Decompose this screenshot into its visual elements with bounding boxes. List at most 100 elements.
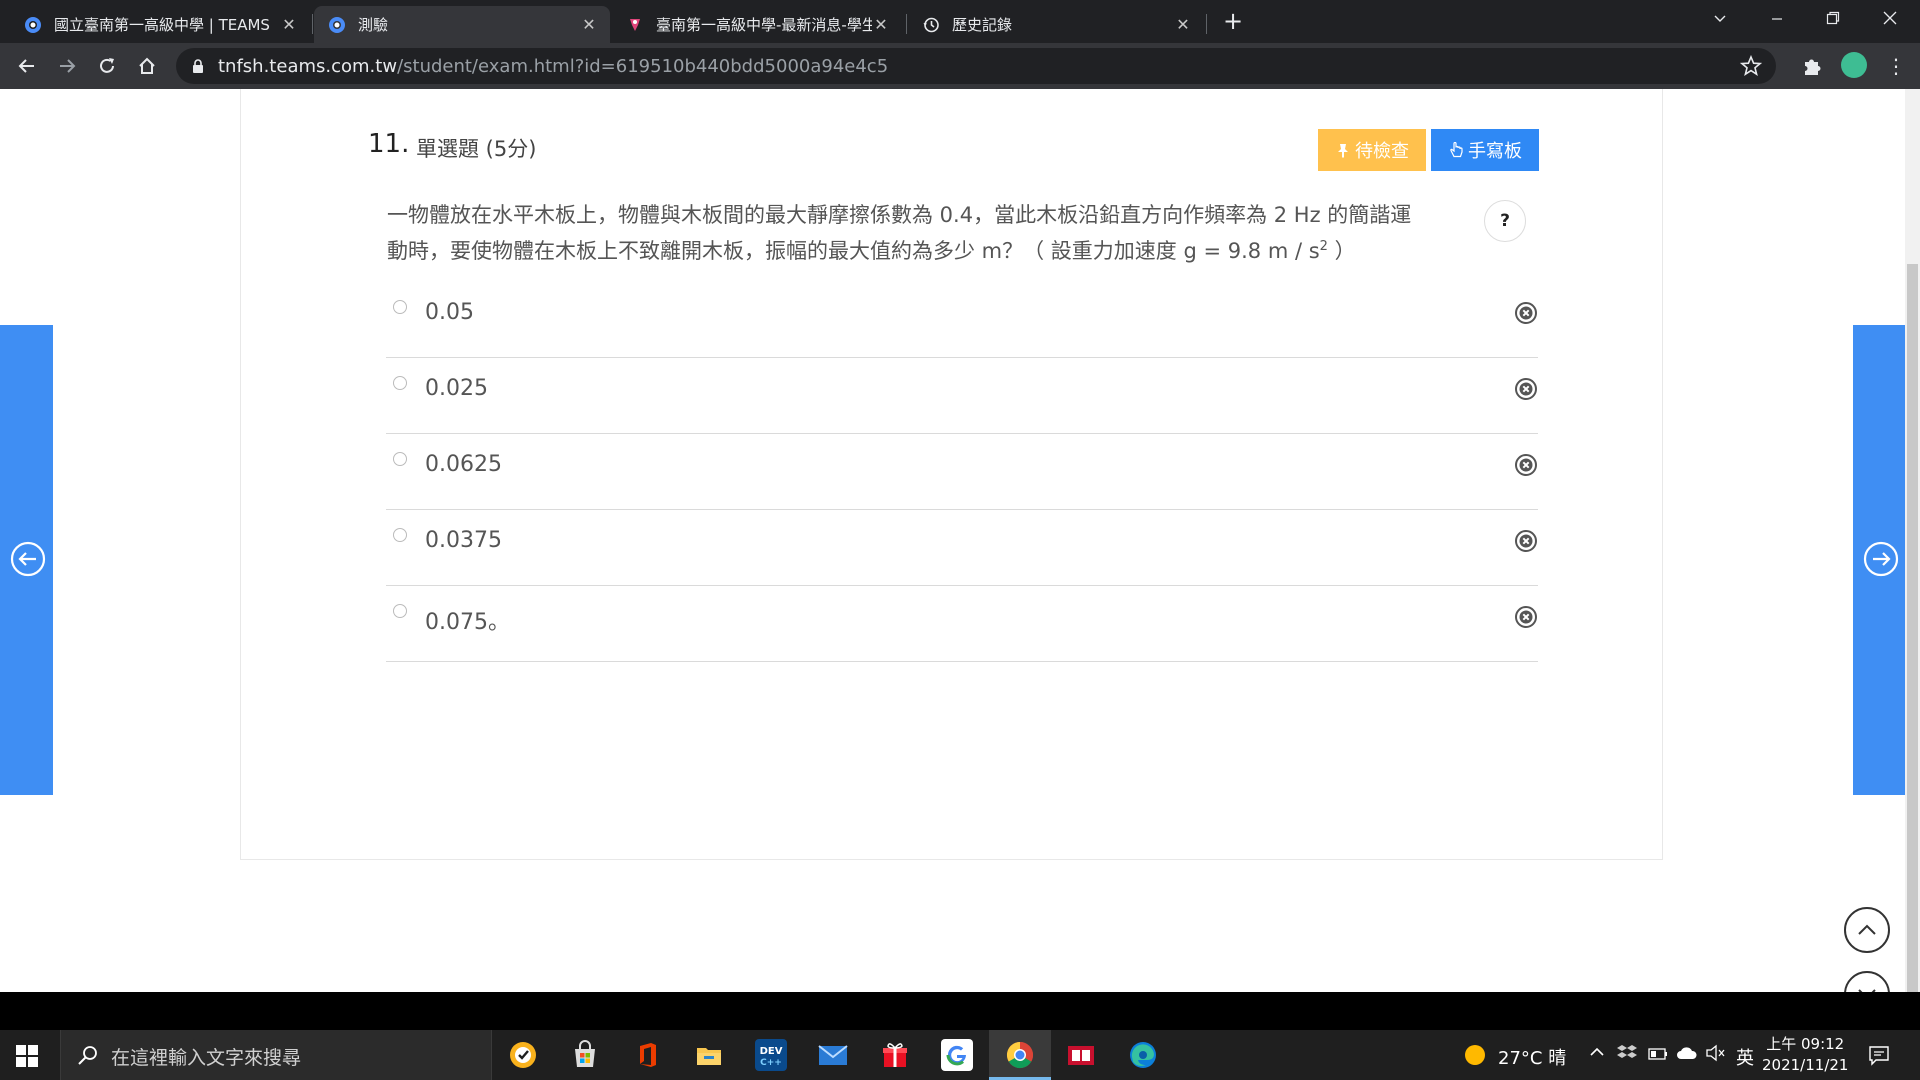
home-button[interactable] [132,51,162,81]
answer-option[interactable]: 0.025 [386,358,1538,434]
taskbar-app-mail-icon[interactable] [817,1039,849,1071]
tab-label: 測驗 [358,16,389,34]
answer-options: 0.05 0.025 0.0625 0.0375 0.075。 [386,282,1538,662]
option-label: 0.0375 [425,528,502,553]
mark-for-review-label: 待檢查 [1355,141,1409,161]
tab-exam[interactable]: 測驗 ✕ [314,6,610,43]
tray-expand-chevron-icon[interactable] [1589,1044,1605,1064]
eliminate-option-icon[interactable] [1514,453,1538,477]
question-text-line: 動時，要使物體在木板上不致離開木板，振幅的最大值約為多少 m？（ 設重力加速度 … [387,239,1320,263]
taskbar-search-placeholder: 在這裡輸入文字來搜尋 [111,1047,302,1069]
question-text-end: ） [1327,239,1356,263]
back-button[interactable] [12,51,42,81]
bookmark-star-icon[interactable] [1740,55,1762,77]
taskbar-app-norton-icon[interactable] [507,1039,539,1071]
taskbar-app-chrome-icon[interactable] [1004,1039,1036,1071]
teams-icon [329,16,345,33]
answer-option[interactable]: 0.05 [386,282,1538,358]
option-radio[interactable] [393,300,407,314]
answer-option[interactable]: 0.0375 [386,510,1538,586]
question-text: 一物體放在水平木板上，物體與木板間的最大靜摩擦係數為 0.4，當此木板沿鉛直方向… [387,199,1472,267]
weather-sun-icon[interactable] [1463,1043,1487,1072]
close-icon[interactable]: ✕ [580,15,598,34]
taskbar-search-box[interactable]: 在這裡輸入文字來搜尋 [60,1030,492,1080]
option-radio[interactable] [393,376,407,390]
address-bar[interactable]: tnfsh.teams.com.tw/student/exam.html?id=… [176,48,1776,84]
input-method-indicator[interactable]: 英 [1736,1044,1754,1070]
close-icon[interactable]: ✕ [280,15,298,34]
handwriting-pad-label: 手寫板 [1468,141,1522,161]
battery-icon[interactable] [1647,1044,1669,1067]
windows-start-icon[interactable] [16,1045,38,1067]
scroll-to-top-button[interactable] [1844,907,1890,953]
taskbar-app-presentation-icon[interactable] [1065,1039,1097,1071]
tab-school-news[interactable]: 臺南第一高級中學-最新消息-學生 ✕ [612,6,902,43]
pin-icon [1338,144,1348,158]
option-radio[interactable] [393,528,407,542]
minimize-button[interactable] [1757,4,1797,36]
tab-label: 國立臺南第一高級中學 | TEAMS [54,16,270,34]
eliminate-option-icon[interactable] [1514,605,1538,629]
teams-icon [25,16,41,33]
taskbar-app-office-icon[interactable] [631,1039,663,1071]
new-tab-button[interactable]: + [1220,9,1246,35]
restore-button[interactable] [1813,4,1853,36]
close-icon[interactable]: ✕ [1174,15,1192,34]
extensions-puzzle-icon[interactable] [1800,54,1824,78]
lock-icon [193,59,203,73]
weather-text[interactable]: 27°C 晴 [1498,1044,1566,1070]
profile-avatar[interactable] [1841,52,1867,78]
option-radio[interactable] [393,604,407,618]
close-icon[interactable]: ✕ [872,15,890,34]
taskbar-app-file-explorer-icon[interactable] [693,1039,725,1071]
taskbar-app-google-icon[interactable] [941,1039,973,1071]
question-text-line: 一物體放在水平木板上，物體與木板間的最大靜摩擦係數為 0.4，當此木板沿鉛直方向… [387,203,1412,227]
next-question-button[interactable] [1853,325,1905,795]
tab-separator [312,14,313,34]
system-clock[interactable]: 上午 09:12 2021/11/21 [1762,1034,1848,1076]
option-label: 0.025 [425,376,488,401]
arrow-right-circle-icon [1863,541,1899,577]
forward-button[interactable] [52,51,82,81]
page-bottom-bar [0,992,1920,1030]
url-path: /student/exam.html?id=619510b440bdd5000a… [397,56,889,77]
browser-menu-icon[interactable]: ⋮ [1886,54,1906,78]
reload-icon [100,58,114,73]
answer-option[interactable]: 0.0625 [386,434,1538,510]
dropbox-icon[interactable] [1617,1044,1637,1067]
forward-arrow-icon [60,59,76,73]
help-button[interactable]: ? [1484,200,1526,242]
mark-for-review-button[interactable]: 待檢查 [1318,129,1426,171]
close-window-button[interactable] [1870,4,1910,36]
chevron-up-icon [1858,924,1876,935]
tab-history[interactable]: 歷史記錄 ✕ [908,6,1204,43]
clock-date: 2021/11/21 [1762,1056,1849,1074]
answer-option[interactable]: 0.075。 [386,586,1538,662]
eliminate-option-icon[interactable] [1514,377,1538,401]
school-icon [630,18,640,31]
volume-muted-icon[interactable] [1705,1044,1727,1067]
taskbar-app-gift-icon[interactable] [879,1039,911,1071]
previous-question-button[interactable] [0,325,53,795]
chevron-down-icon [1858,989,1876,992]
reload-button[interactable] [92,51,122,81]
tab-separator [906,14,907,34]
taskbar-app-dev-cpp-icon[interactable]: DEV C++ [755,1039,787,1071]
tab-teams-home[interactable]: 國立臺南第一高級中學 | TEAMS ✕ [10,6,310,43]
option-radio[interactable] [393,452,407,466]
tab-search-chevron-icon[interactable] [1700,4,1740,36]
scrollbar-thumb[interactable] [1907,264,1918,992]
scroll-to-bottom-button[interactable] [1844,971,1890,992]
eliminate-option-icon[interactable] [1514,529,1538,553]
option-label: 0.05 [425,300,474,325]
handwriting-pad-button[interactable]: 手寫板 [1431,129,1539,171]
eliminate-option-icon[interactable] [1514,301,1538,325]
clock-time: 上午 09:12 [1766,1035,1845,1053]
taskbar-app-edge-icon[interactable] [1127,1039,1159,1071]
option-label: 0.075。 [425,610,510,635]
taskbar-app-store-icon[interactable] [569,1039,601,1071]
tab-separator [1206,14,1207,34]
onedrive-cloud-icon[interactable] [1676,1044,1698,1067]
option-label: 0.0625 [425,452,502,477]
notifications-icon[interactable] [1868,1044,1890,1071]
